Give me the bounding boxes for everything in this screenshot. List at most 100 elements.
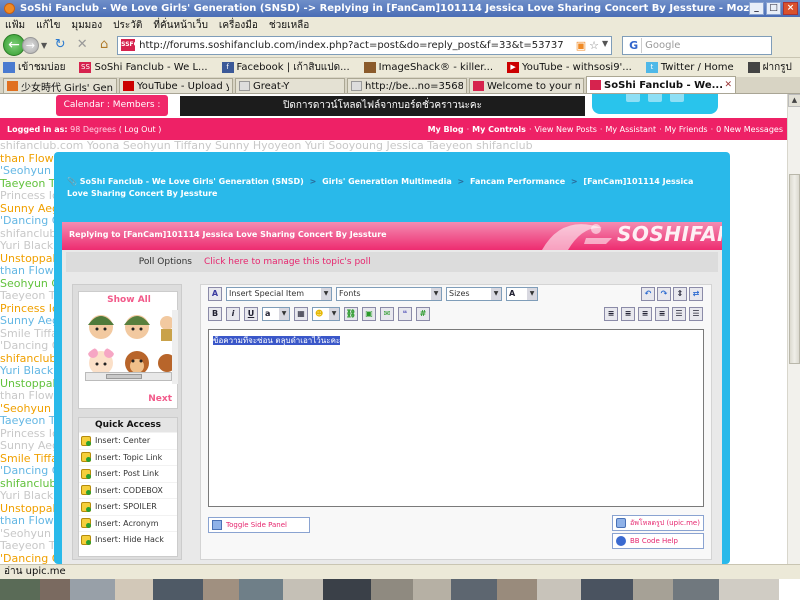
bbcode-help-button[interactable]: BB Code Help xyxy=(612,533,704,549)
align-right-icon[interactable]: ≡ xyxy=(638,307,652,321)
font-select[interactable]: Fonts ▼ xyxy=(336,287,442,301)
quote-icon[interactable]: ❝ xyxy=(398,307,412,321)
quick-insert-post-link[interactable]: Insert: Post Link xyxy=(79,465,177,482)
switch-mode-icon[interactable]: ⇄ xyxy=(689,287,703,301)
menu-history[interactable]: ประวัติ xyxy=(113,18,142,33)
fighter-emoticon-icon[interactable] xyxy=(157,313,172,345)
emoticon-hscroll[interactable] xyxy=(85,372,172,381)
emoticon-vscroll[interactable] xyxy=(172,310,178,384)
poll-options-row: Poll Options Click here to manage this t… xyxy=(66,252,718,272)
align-center-icon[interactable]: ≡ xyxy=(621,307,635,321)
bold-button[interactable]: B xyxy=(208,307,222,321)
email-icon[interactable]: ✉ xyxy=(380,307,394,321)
underline-button[interactable]: U xyxy=(244,307,258,321)
bottom-thumbnail-strip xyxy=(0,579,800,600)
quick-access-box: Quick Access Insert: Center Insert: Topi… xyxy=(78,417,178,557)
code-icon[interactable]: # xyxy=(416,307,430,321)
rss-icon[interactable]: ▣ xyxy=(576,39,586,52)
quick-insert-acronym[interactable]: Insert: Acronym xyxy=(79,514,177,532)
menu-view[interactable]: มุมมอง xyxy=(72,18,103,33)
google-icon[interactable]: G xyxy=(626,37,643,53)
menu-help[interactable]: ช่วยเหลือ xyxy=(269,18,309,33)
maximize-button[interactable]: □ xyxy=(766,2,781,15)
address-bar[interactable]: SSFC http://forums.soshifanclub.com/inde… xyxy=(117,35,613,55)
quick-insert-spoiler[interactable]: Insert: SPOILER xyxy=(79,498,177,515)
calendar-members-search-links[interactable]: Calendar : Members : Search xyxy=(56,95,168,131)
quick-insert-center[interactable]: Insert: Center xyxy=(79,432,177,449)
show-all-link[interactable]: Show All xyxy=(79,295,179,305)
search-box[interactable]: G Google xyxy=(622,35,773,55)
bookmark-item[interactable]: f Facebook | เก้าสิบแปด... xyxy=(221,60,350,75)
bookmark-item[interactable]: SS SoShi Fanclub - We L... xyxy=(79,62,208,73)
forward-button[interactable]: → xyxy=(22,36,39,54)
browser-tab-active[interactable]: SoShi Fanclub - We... ✕ xyxy=(586,76,736,93)
browser-tab[interactable]: Great-Y xyxy=(235,78,345,93)
toggle-side-panel-button[interactable]: Toggle Side Panel xyxy=(208,517,310,533)
next-link[interactable]: Next xyxy=(148,394,172,404)
align-justify-icon[interactable]: ≡ xyxy=(655,307,669,321)
bookmark-item[interactable]: t Twitter / Home xyxy=(645,62,734,73)
bookmark-star-icon[interactable]: ☆ xyxy=(589,39,599,52)
menu-tools[interactable]: เครื่องมือ xyxy=(219,18,258,33)
browser-tab[interactable]: http://be...no=356889 xyxy=(347,78,467,93)
close-window-button[interactable]: × xyxy=(783,2,798,15)
browser-tab[interactable]: YouTube - Upload yo... xyxy=(119,78,233,93)
page-scrollbar[interactable]: ▲ xyxy=(787,94,800,564)
my-blog-link[interactable]: My Blog xyxy=(428,125,464,134)
my-controls-link[interactable]: My Controls xyxy=(472,125,526,134)
scroll-up-icon[interactable]: ▲ xyxy=(788,94,800,107)
breadcrumb-link[interactable]: SoShi Fanclub - We Love Girls' Generatio… xyxy=(80,177,304,186)
undo-icon[interactable]: ↶ xyxy=(641,287,655,301)
history-dropdown-icon[interactable]: ▼ xyxy=(41,41,47,50)
browser-tab[interactable]: Welcome to your mes... xyxy=(469,78,584,93)
new-messages-link[interactable]: 0 New Messages xyxy=(716,125,783,134)
bookmark-item[interactable]: ImageShack® - killer... xyxy=(363,62,493,73)
insert-icon xyxy=(81,501,91,512)
picture-icon[interactable]: ▣ xyxy=(362,307,376,321)
upload-image-button[interactable]: อัพโหลดรูป (upic.me) xyxy=(612,515,704,531)
font-style-icon[interactable]: A xyxy=(208,287,222,301)
redo-icon[interactable]: ↷ xyxy=(657,287,671,301)
message-textarea[interactable]: ข้อความที่จะซ่อน ตลุบดำเอาไว้นะคะ xyxy=(208,329,704,507)
italic-button[interactable]: i xyxy=(226,307,240,321)
breadcrumb-link[interactable]: Fancam Performance xyxy=(470,177,565,186)
size-select[interactable]: Sizes ▼ xyxy=(446,287,502,301)
reload-icon[interactable]: ↻ xyxy=(51,36,69,54)
username-link[interactable]: 98 Degrees xyxy=(70,125,116,134)
home-icon[interactable]: ⌂ xyxy=(95,36,113,54)
quick-insert-topic-link[interactable]: Insert: Topic Link xyxy=(79,448,177,466)
font-color-select[interactable]: A ▼ xyxy=(506,287,538,301)
breadcrumb-link[interactable]: Girls' Generation Multimedia xyxy=(322,177,452,186)
special-item-select[interactable]: Insert Special Item ▼ xyxy=(226,287,332,301)
text-color-select[interactable]: a ▼ xyxy=(262,307,290,321)
manage-poll-link[interactable]: Click here to manage this topic's poll xyxy=(200,257,371,267)
emoticon-select[interactable]: ☻ ▼ xyxy=(312,307,340,321)
minimize-button[interactable]: _ xyxy=(749,2,764,15)
align-left-icon[interactable]: ≡ xyxy=(604,307,618,321)
stop-icon[interactable]: ✕ xyxy=(73,36,91,54)
soldier-emoticon-icon[interactable] xyxy=(85,309,117,341)
bookmark-item[interactable]: เข้าชมบ่อย xyxy=(3,60,65,75)
menu-file[interactable]: แฟ้ม xyxy=(5,18,25,33)
close-tab-icon[interactable]: ✕ xyxy=(724,80,732,90)
bullet-list-icon[interactable]: ☰ xyxy=(689,307,703,321)
browser-tab[interactable]: 少女時代 Girls' Genera... xyxy=(3,78,117,93)
quick-insert-hide-hack[interactable]: Insert: Hide Hack xyxy=(79,531,177,548)
link-icon[interactable]: ⛓ xyxy=(344,307,358,321)
quick-insert-codebox[interactable]: Insert: CODEBOX xyxy=(79,481,177,499)
resize-icon[interactable]: ⇕ xyxy=(673,287,687,301)
numbered-list-icon[interactable]: ☰ xyxy=(672,307,686,321)
menu-bookmarks[interactable]: ที่คั่นหน้าเว็บ xyxy=(153,18,208,33)
background-text-line: shifanclub.com Yoona Seohyun Tiffany Sun… xyxy=(0,140,533,152)
bookmark-item[interactable]: ฝากรูป xyxy=(747,60,792,75)
logout-link[interactable]: ( Log Out ) xyxy=(119,125,162,134)
my-friends-link[interactable]: My Friends xyxy=(665,125,708,134)
bookmark-item[interactable]: ▶ YouTube - withsosi9'... xyxy=(507,62,632,73)
view-new-posts-link[interactable]: View New Posts xyxy=(534,125,596,134)
menu-edit[interactable]: แก้ไข xyxy=(36,18,60,33)
scroll-thumb[interactable] xyxy=(789,174,800,364)
my-assistant-link[interactable]: My Assistant xyxy=(605,125,656,134)
soldier-emoticon-icon[interactable] xyxy=(121,309,153,341)
image-icon[interactable]: ▦ xyxy=(294,307,308,321)
url-dropdown-icon[interactable]: ▼ xyxy=(602,39,608,52)
